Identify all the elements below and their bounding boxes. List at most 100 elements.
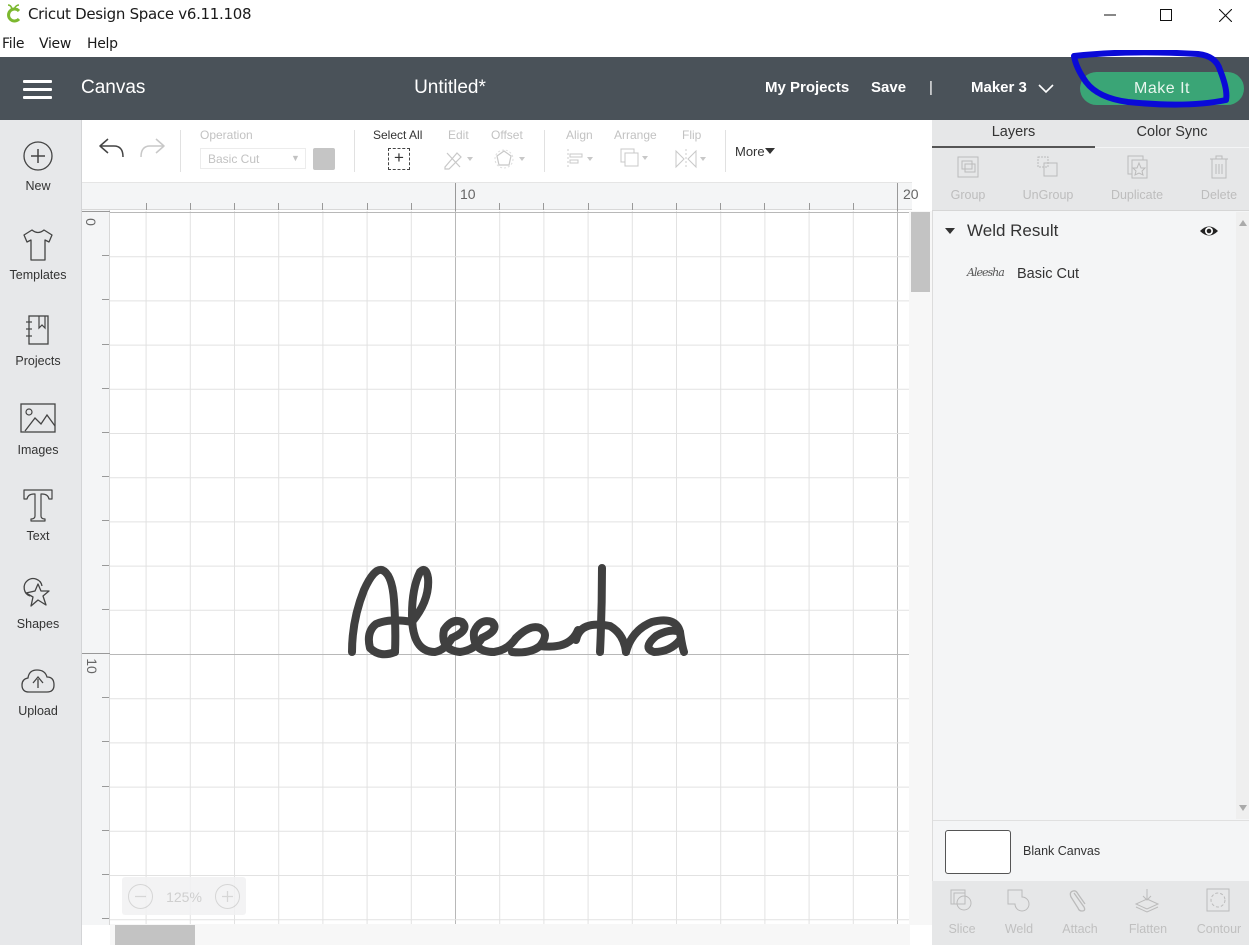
layer-row[interactable]: Aleesha Basic Cut (933, 258, 1236, 292)
ruler-tick (764, 203, 766, 210)
group-label: Group (950, 188, 986, 202)
scroll-down-icon[interactable] (1239, 805, 1247, 811)
ungroup-label: UnGroup (1022, 188, 1074, 202)
canvas-color-swatch[interactable] (945, 830, 1011, 874)
flip-icon (675, 149, 706, 169)
select-all-icon[interactable]: + (388, 148, 410, 170)
canvas-vertical-scroll-thumb[interactable] (911, 212, 930, 292)
ruler-tick (587, 203, 589, 210)
zoom-level: 125% (166, 889, 202, 905)
sidebar-item-shapes[interactable]: Shapes (0, 576, 82, 656)
contour-button: Contour (1189, 881, 1249, 945)
ruler-tick (455, 183, 456, 211)
my-projects-link[interactable]: My Projects (765, 79, 849, 96)
edit-pencil-icon (444, 152, 473, 170)
sidebar-item-templates[interactable]: Templates (0, 227, 82, 307)
operation-select: Basic Cut ▼ (200, 148, 306, 169)
scroll-up-icon[interactable] (1239, 220, 1247, 226)
save-link[interactable]: Save (871, 79, 906, 96)
tab-layers[interactable]: Layers (932, 124, 1095, 140)
section-title: Canvas (81, 77, 146, 98)
ruler-tick (102, 741, 109, 743)
select-all-label[interactable]: Select All (373, 128, 422, 142)
sidebar-label: Templates (9, 268, 67, 282)
ruler-tick (897, 183, 898, 211)
design-aleesha-text[interactable] (340, 560, 700, 665)
flatten-icon (1134, 889, 1160, 913)
sidebar-item-projects[interactable]: Projects (0, 314, 82, 394)
flatten-label: Flatten (1128, 922, 1168, 936)
operation-label: Operation (200, 128, 253, 142)
layer-list-scrollbar[interactable] (1236, 212, 1249, 819)
menu-file[interactable]: File (2, 36, 25, 52)
menu-view[interactable]: View (39, 36, 71, 52)
ruler-tick (366, 203, 368, 210)
text-icon (23, 489, 53, 522)
duplicate-button: Duplicate (1097, 148, 1177, 211)
tab-color-sync[interactable]: Color Sync (1095, 124, 1249, 140)
offset-label: Offset (491, 128, 523, 142)
canvas-vertical-scrollbar[interactable] (909, 211, 932, 925)
sidebar-label: Projects (15, 354, 61, 368)
plus-circle-icon (23, 141, 53, 171)
sidebar-item-upload[interactable]: Upload (0, 664, 82, 744)
maximize-icon (1160, 9, 1172, 21)
ruler-tick (410, 203, 412, 210)
ruler-label: 20 (903, 186, 919, 202)
machine-selector[interactable]: Maker 3 (971, 79, 1027, 96)
ruler-tick (676, 203, 677, 210)
zoom-out-button[interactable] (128, 884, 153, 909)
image-icon (20, 403, 56, 433)
tshirt-icon (23, 229, 53, 261)
minimize-icon (1104, 14, 1116, 16)
zoom-in-button[interactable] (215, 884, 240, 909)
attach-button: Attach (1050, 881, 1110, 945)
minus-icon (135, 895, 146, 898)
maximize-button[interactable] (1143, 0, 1189, 30)
layer-group-row[interactable]: Weld Result (933, 214, 1236, 248)
group-button: Group (928, 148, 1008, 211)
undo-icon[interactable] (98, 136, 126, 160)
menu-help[interactable]: Help (87, 36, 118, 52)
make-it-button[interactable]: Make It (1080, 72, 1244, 105)
ruler-tick (82, 653, 110, 654)
chevron-down-icon[interactable] (1038, 84, 1054, 94)
weld-button: Weld (989, 881, 1049, 945)
ruler-tick (82, 211, 110, 212)
redo-icon (140, 138, 165, 158)
ruler-tick (102, 697, 109, 699)
ruler-tick (102, 564, 109, 566)
duplicate-label: Duplicate (1110, 188, 1164, 202)
ruler-tick (102, 608, 109, 610)
attach-label: Attach (1062, 922, 1098, 936)
ruler-tick (322, 203, 324, 210)
close-button[interactable] (1202, 0, 1248, 30)
canvas-horizontal-scrollbar[interactable] (110, 924, 910, 945)
sidebar-item-text[interactable]: Text (0, 488, 82, 568)
header-separator: | (929, 79, 933, 96)
ruler-tick (102, 299, 109, 301)
sidebar-item-images[interactable]: Images (0, 402, 82, 482)
panel-tabs: Layers Color Sync (932, 120, 1249, 147)
canvas-horizontal-scroll-thumb[interactable] (115, 925, 195, 945)
ruler-tick (808, 203, 810, 210)
more-button[interactable]: More (735, 144, 765, 159)
minimize-button[interactable] (1087, 0, 1133, 30)
ruler-tick (145, 203, 147, 210)
ungroup-icon (1037, 156, 1058, 177)
layer-operation: Basic Cut (1017, 266, 1080, 282)
collapse-caret-icon[interactable] (945, 228, 955, 234)
ruler-tick (234, 203, 235, 210)
notebook-icon (26, 315, 49, 345)
left-sidebar: New Templates Projects Images Text Shape… (0, 120, 82, 945)
operation-value: Basic Cut (208, 152, 260, 166)
ruler-tick (102, 387, 109, 389)
arrange-label: Arrange (614, 128, 657, 142)
slice-icon (950, 889, 972, 911)
slice-button: Slice (932, 881, 992, 945)
eye-visibility-icon[interactable] (1199, 224, 1219, 238)
hamburger-menu-icon[interactable] (23, 80, 53, 100)
sidebar-item-new[interactable]: New (0, 140, 82, 220)
weld-icon (1007, 889, 1030, 912)
blank-canvas-row[interactable]: Blank Canvas (933, 820, 1249, 881)
